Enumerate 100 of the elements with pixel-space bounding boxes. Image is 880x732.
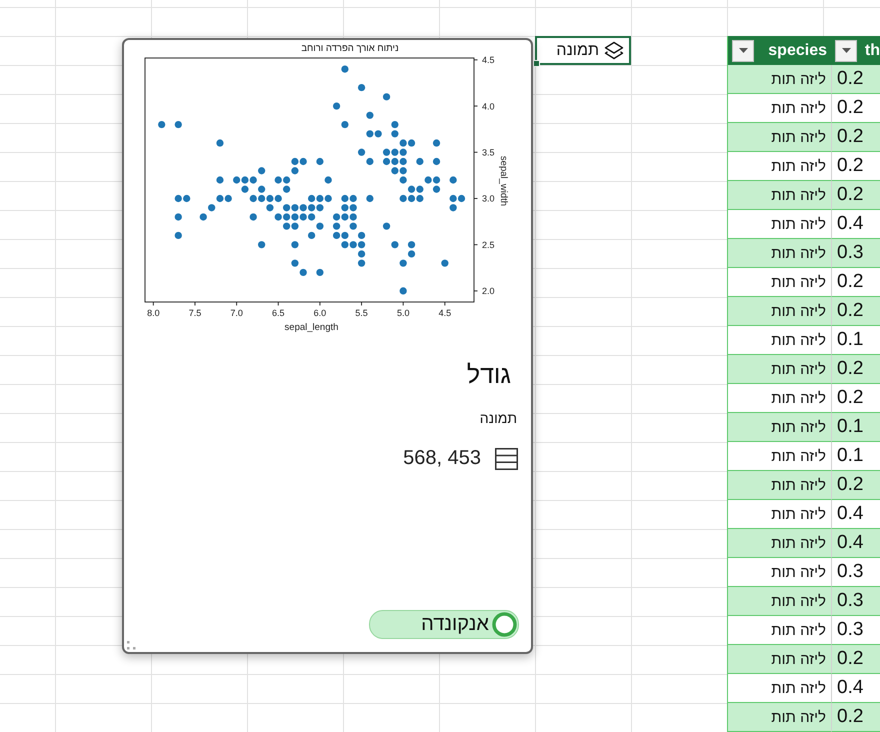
source-button[interactable]: אנקונדה <box>369 610 519 639</box>
table-cell: 0.2 <box>831 297 880 326</box>
table-cell: ליזה תות <box>727 326 831 355</box>
scatter-point <box>316 222 324 230</box>
table-cell: ליזה תות <box>727 413 831 442</box>
table-cell: ליזה תות <box>727 703 831 732</box>
table-cell: ליזה תות <box>727 297 831 326</box>
table-cell: ליזה תות <box>727 500 831 529</box>
scatter-point <box>358 250 366 258</box>
x-tick-label: 6.0 <box>314 308 326 318</box>
scatter-point <box>400 176 407 184</box>
scatter-point <box>450 204 457 212</box>
table-cell: ליזה תות <box>727 123 831 152</box>
x-axis-label: sepal_length <box>284 322 338 333</box>
y-tick-label: 3.5 <box>482 147 495 158</box>
ring-icon <box>492 612 517 637</box>
scatter-point <box>391 120 398 128</box>
table-cell: 0.2 <box>831 703 880 732</box>
table-cell: 0.3 <box>831 616 880 645</box>
scatter-point <box>216 139 224 147</box>
scatter-point <box>341 120 348 128</box>
scatter-point <box>382 93 390 100</box>
scatter-point <box>332 102 340 110</box>
scatter-point <box>200 213 207 221</box>
scatter-point <box>416 158 424 166</box>
scatter-point <box>291 241 299 248</box>
table-cell: 0.3 <box>831 587 880 616</box>
table-cell: 0.3 <box>831 239 880 268</box>
x-tick-label: 5.0 <box>396 308 410 318</box>
scatter-point <box>291 260 299 267</box>
scatter-point <box>216 176 224 184</box>
scatter-point <box>266 204 274 212</box>
scatter-point <box>291 167 299 174</box>
resize-grip-icon[interactable] <box>127 641 137 650</box>
x-tick-label: 4.5 <box>438 308 452 318</box>
scatter-point <box>358 260 366 267</box>
scatter-point <box>432 186 440 193</box>
scatter-point <box>258 241 266 248</box>
scatter-point <box>174 120 182 128</box>
scatter-point <box>283 186 290 193</box>
scatter-point <box>250 213 257 221</box>
table-cell: 0.4 <box>831 500 880 529</box>
scatter-point <box>450 176 457 184</box>
table-cell: 0.2 <box>831 384 880 413</box>
card-subtitle: תמונה <box>480 409 517 427</box>
scatter-point <box>208 204 216 212</box>
table-cell: 0.2 <box>831 268 880 297</box>
scatter-point <box>158 120 166 128</box>
scatter-point <box>308 232 316 240</box>
table-cell: 0.2 <box>831 123 880 152</box>
y-tick-label: 2.5 <box>482 240 495 250</box>
table-cell: ליזה תות <box>727 210 831 239</box>
table-icon <box>495 448 518 470</box>
table-cell: ליזה תות <box>727 239 831 268</box>
x-tick-label: 6.5 <box>272 308 285 318</box>
caret-icon <box>738 48 748 53</box>
scatter-point <box>391 130 398 138</box>
table-cell: 0.1 <box>831 442 880 471</box>
scatter-point <box>332 222 340 230</box>
scatter-point <box>258 167 266 174</box>
fill-handle[interactable] <box>533 60 540 67</box>
table-cell: ליזה תות <box>727 558 831 587</box>
spreadsheet-cell[interactable]: תמונה <box>535 36 631 65</box>
scatter-point <box>441 260 448 267</box>
table-cell: 0.2 <box>831 181 880 210</box>
table-cell: 0.4 <box>831 529 880 558</box>
caret-icon <box>842 48 850 53</box>
table-cell: 0.2 <box>831 471 880 500</box>
y-tick-label: 4.0 <box>482 101 495 112</box>
table-cell: ליזה תות <box>727 94 831 123</box>
card-title: גודל <box>466 361 511 389</box>
table-cell: ליזה תות <box>727 471 831 500</box>
column-title: th <box>864 42 880 60</box>
scatter-point <box>382 222 390 230</box>
filter-dropdown-button[interactable] <box>732 40 754 62</box>
table-cell: 0.1 <box>831 326 880 355</box>
scatter-point <box>432 158 440 166</box>
scatter-point <box>391 241 398 248</box>
x-tick-label: 8.0 <box>147 308 160 318</box>
table-cell: 0.2 <box>831 65 880 94</box>
x-tick-label: 7.0 <box>230 308 243 318</box>
scatter-point <box>432 139 440 147</box>
scatter-point <box>408 250 416 258</box>
table-cell: ליזה תות <box>727 65 831 94</box>
table-cell: ליזה תות <box>727 616 831 645</box>
scatter-point <box>258 186 266 193</box>
table-cell: ליזה תות <box>727 442 831 471</box>
scatter-point <box>400 260 407 267</box>
scatter-point <box>358 232 366 240</box>
table-cell: 0.4 <box>831 674 880 703</box>
table-cell: ליזה תות <box>727 268 831 297</box>
scatter-point <box>174 213 182 221</box>
scatter-point <box>324 176 332 184</box>
table-cell: ליזה תות <box>727 645 831 674</box>
scatter-point <box>366 158 374 166</box>
table-cell: 0.4 <box>831 210 880 239</box>
filter-dropdown-button[interactable] <box>835 40 857 62</box>
scatter-point <box>300 268 307 276</box>
table-cell: ליזה תות <box>727 384 831 413</box>
y-tick-label: 4.5 <box>482 55 495 66</box>
